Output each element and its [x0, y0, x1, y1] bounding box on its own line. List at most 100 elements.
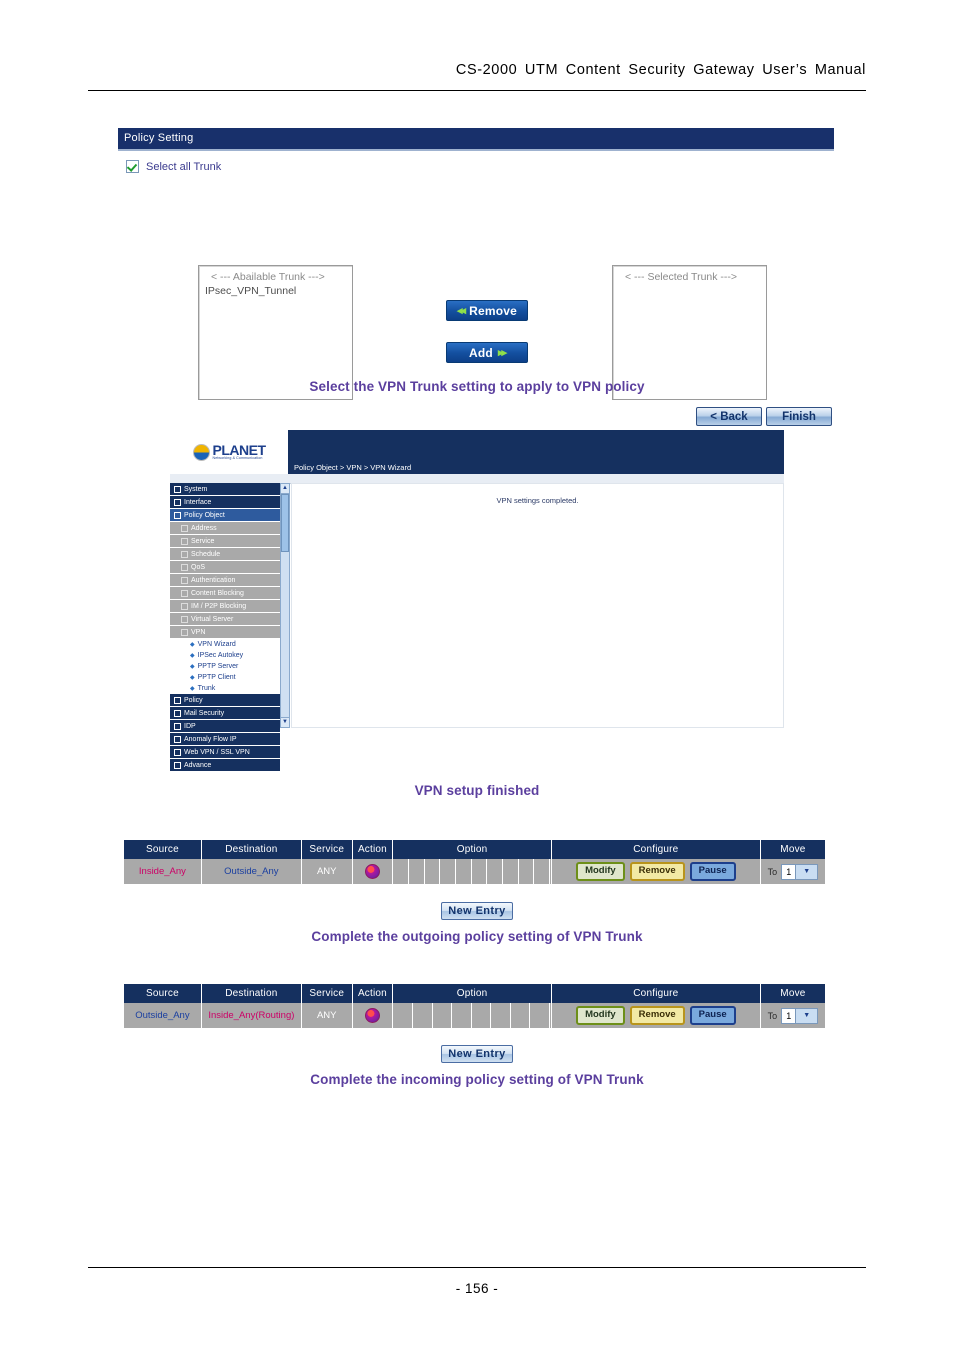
sidebar-item-label: PPTP Client [197, 674, 236, 681]
scrollbar-thumb[interactable] [281, 494, 289, 552]
expand-icon[interactable] [174, 498, 181, 506]
expand-icon[interactable] [181, 628, 188, 636]
select-all-trunk-checkbox[interactable] [126, 160, 139, 173]
new-entry-button-incoming[interactable]: New Entry [441, 1045, 513, 1063]
available-trunk-item[interactable]: IPsec_VPN_Tunnel [205, 285, 346, 297]
expand-icon[interactable] [181, 589, 188, 597]
modify-button[interactable]: Modify [576, 1006, 625, 1025]
sidebar-item-pptp-server[interactable]: ◆ PPTP Server [170, 661, 280, 672]
move-control: To 1 ▼ [768, 863, 819, 880]
sidebar-item-advance[interactable]: Advance [170, 759, 280, 772]
cell-action [352, 859, 394, 884]
pause-button[interactable]: Pause [689, 862, 736, 881]
sidebar-item-label: IPSec Autokey [197, 652, 244, 659]
globe-icon [192, 443, 210, 461]
pause-button[interactable]: Pause [689, 1006, 736, 1025]
planet-admin-screenshot: PLANET Networking & Communication Policy… [170, 430, 784, 780]
admin-content-pane: VPN settings completed. [291, 483, 784, 728]
expand-icon[interactable] [174, 761, 181, 769]
sidebar-item-qos[interactable]: QoS [170, 561, 280, 574]
remove-trunk-button[interactable]: ◂◂ Remove [446, 300, 528, 321]
cell-service: ANY [301, 859, 353, 884]
destination-value[interactable]: Inside_Any(Routing) [208, 1010, 294, 1021]
new-entry-button-outgoing[interactable]: New Entry [441, 902, 513, 920]
sidebar-item-ipsec-autokey[interactable]: ◆ IPSec Autokey [170, 650, 280, 661]
expand-icon[interactable] [181, 563, 188, 571]
sidebar-item-policy[interactable]: Policy [170, 694, 280, 707]
option-slot [511, 1003, 531, 1028]
expand-icon[interactable] [174, 748, 181, 756]
option-slot [503, 859, 519, 884]
sidebar-item-service[interactable]: Service [170, 535, 280, 548]
sidebar-item-vpn[interactable]: VPN [170, 626, 280, 639]
sidebar-item-policy-object[interactable]: Policy Object [170, 509, 280, 522]
expand-icon[interactable] [181, 576, 188, 584]
policy-setting-panel: Policy Setting Select all Trunk < --- Ab… [118, 128, 834, 426]
destination-value[interactable]: Outside_Any [224, 866, 278, 877]
remove-button[interactable]: Remove [629, 1006, 685, 1025]
scroll-up-button[interactable]: ▲ [281, 484, 289, 494]
option-slots [393, 1003, 550, 1028]
move-select-value: 1 [786, 866, 792, 877]
sidebar-item-web-vpn-ssl-vpn[interactable]: Web VPN / SSL VPN [170, 746, 280, 759]
add-trunk-button[interactable]: Add ▸▸ [446, 342, 528, 363]
modify-button[interactable]: Modify [576, 862, 625, 881]
scroll-down-button[interactable]: ▼ [281, 717, 289, 727]
sidebar-item-virtual-server[interactable]: Virtual Server [170, 613, 280, 626]
sidebar-item-mail-security[interactable]: Mail Security [170, 707, 280, 720]
column-header-action: Action [352, 840, 394, 859]
expand-icon[interactable] [174, 511, 181, 519]
select-all-trunk-row[interactable]: Select all Trunk [118, 160, 834, 173]
back-button[interactable]: < Back [696, 407, 762, 426]
sidebar-item-label: PPTP Server [197, 663, 239, 670]
sidebar-item-interface[interactable]: Interface [170, 496, 280, 509]
table-row: Inside_Any Outside_Any ANY Modify Remove Paus… [124, 859, 827, 884]
table-row: Outside_Any Inside_Any(Routing) ANY Modify R… [124, 1003, 827, 1028]
sidebar-item-im-p2p-blocking[interactable]: IM / P2P Blocking [170, 600, 280, 613]
configure-buttons: Modify Remove Pause [576, 862, 736, 881]
expand-icon[interactable] [181, 615, 188, 623]
expand-icon[interactable] [174, 722, 181, 730]
sidebar-item-pptp-client[interactable]: ◆ PPTP Client [170, 672, 280, 683]
move-select[interactable]: 1 ▼ [781, 863, 819, 880]
chevron-down-icon[interactable]: ▼ [795, 1008, 818, 1023]
expand-icon[interactable] [181, 524, 188, 532]
sidebar-item-content-blocking[interactable]: Content Blocking [170, 587, 280, 600]
double-right-arrow-icon: ▸▸ [497, 347, 507, 359]
sidebar-item-label: Authentication [191, 576, 236, 584]
sidebar-item-system[interactable]: System [170, 483, 280, 496]
remove-button[interactable]: Remove [629, 862, 685, 881]
sidebar-item-label: Anomaly Flow IP [184, 735, 237, 743]
sidebar-item-trunk[interactable]: ◆ Trunk [170, 683, 280, 694]
sidebar-item-address[interactable]: Address [170, 522, 280, 535]
sidebar-item-idp[interactable]: IDP [170, 720, 280, 733]
sidebar-item-label: VPN [191, 628, 206, 636]
column-header-configure: Configure [551, 840, 761, 859]
column-header-destination: Destination [201, 984, 302, 1003]
expand-icon[interactable] [181, 602, 188, 610]
sidebar-item-authentication[interactable]: Authentication [170, 574, 280, 587]
chevron-down-icon[interactable]: ▼ [795, 864, 818, 879]
sidebar-item-anomaly-flow-ip[interactable]: Anomaly Flow IP [170, 733, 280, 746]
finish-button[interactable]: Finish [766, 407, 832, 426]
bullet-icon: ◆ [190, 653, 195, 659]
source-value[interactable]: Inside_Any [139, 866, 186, 877]
move-select[interactable]: 1 ▼ [781, 1007, 819, 1024]
expand-icon[interactable] [174, 696, 181, 704]
source-value[interactable]: Outside_Any [135, 1010, 189, 1021]
outgoing-policy-table: Source Destination Service Action Option Conf… [124, 840, 827, 884]
expand-icon[interactable] [174, 735, 181, 743]
sidebar-item-label: Mail Security [184, 709, 225, 717]
option-slot [410, 859, 425, 884]
expand-icon[interactable] [181, 537, 188, 545]
sidebar-item-schedule[interactable]: Schedule [170, 548, 280, 561]
expand-icon[interactable] [174, 709, 181, 717]
sidebar-item-label: Service [191, 537, 215, 545]
move-to-label: To [767, 1010, 778, 1021]
cell-move: To 1 ▼ [760, 1003, 827, 1028]
admin-sidebar: System Interface Policy Object Address Servi… [170, 483, 280, 772]
sidebar-scrollbar[interactable]: ▲ ▼ [280, 483, 290, 728]
expand-icon[interactable] [174, 485, 181, 493]
expand-icon[interactable] [181, 550, 188, 558]
sidebar-item-vpn-wizard[interactable]: ◆ VPN Wizard [170, 639, 280, 650]
